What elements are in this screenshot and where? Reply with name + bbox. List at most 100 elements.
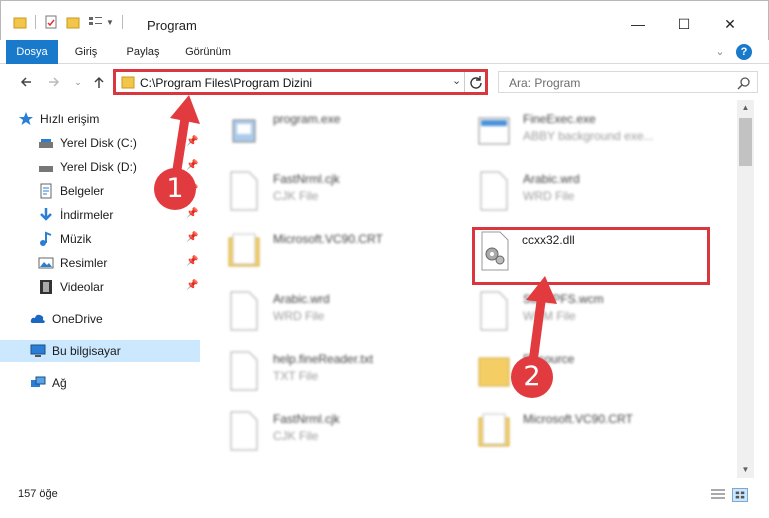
close-button[interactable]: ✕ (707, 9, 753, 39)
exe-icon (232, 119, 256, 143)
nav-item-videos[interactable]: Videolar 📌 (0, 276, 200, 298)
vertical-scrollbar[interactable]: ▲ ▼ (737, 100, 754, 478)
music-icon (40, 231, 52, 246)
drive-icon (39, 166, 53, 172)
maximize-button[interactable]: ☐ (661, 9, 707, 39)
recent-locations-button[interactable]: ⌄ (68, 72, 88, 92)
list-item[interactable]: Microsoft.VC90.CRT (455, 402, 695, 458)
nav-item-label: Hızlı erişim (40, 112, 100, 126)
chevron-down-icon[interactable]: ⌄ (452, 74, 461, 87)
search-placeholder: Ara: Program (509, 76, 581, 90)
properties-icon[interactable] (44, 15, 58, 29)
nav-item-label: Ağ (52, 376, 67, 390)
folder-icon (121, 76, 135, 89)
scroll-up-icon[interactable]: ▲ (737, 100, 754, 116)
search-icon (737, 77, 750, 90)
expand-ribbon-button[interactable]: ⌄ (712, 40, 728, 64)
file-name: Microsoft.VC90.CRT (523, 412, 633, 426)
file-name: Arabic.wrd (523, 172, 580, 186)
nav-item-onedrive[interactable]: OneDrive (0, 308, 200, 330)
exe-icon (478, 117, 510, 145)
step-1-badge: 1 (154, 168, 196, 210)
item-count: 157 öğe (18, 488, 58, 500)
nav-item-label: İndirmeler (60, 208, 114, 222)
file-type: WCM File (523, 309, 576, 323)
forward-button[interactable] (44, 72, 64, 92)
nav-item-label: Yerel Disk (D:) (60, 160, 137, 174)
help-icon[interactable]: ? (736, 44, 752, 60)
view-options-icon[interactable] (88, 15, 104, 29)
pin-icon: 📌 (186, 256, 199, 267)
folder-icon (478, 413, 510, 447)
list-item[interactable]: Resource (455, 342, 695, 398)
tab-dosya[interactable]: Dosya (6, 40, 58, 64)
pin-icon: 📌 (186, 280, 199, 291)
list-item[interactable]: SbtWPFS.wcm WCM File (455, 282, 695, 338)
dropdown-icon[interactable]: ▼ (106, 18, 114, 27)
file-icon (230, 351, 258, 391)
large-icons-view-icon[interactable] (732, 488, 748, 502)
list-item[interactable]: Arabic.wrd WRD File (455, 162, 695, 218)
refresh-icon[interactable] (469, 75, 483, 89)
list-item[interactable]: FastNrml.cjk CJK File (205, 162, 445, 218)
file-name: program.exe (273, 112, 341, 126)
tab-gorunum[interactable]: Görünüm (176, 40, 240, 64)
new-folder-icon[interactable] (66, 15, 80, 29)
nav-item-label: Yerel Disk (C:) (60, 136, 137, 150)
drive-icon (39, 139, 53, 148)
address-path: C:\Program Files\Program Dizini (140, 76, 313, 90)
file-name: FastNrml.cjk (273, 412, 340, 426)
computer-icon (30, 344, 46, 357)
nav-item-label: OneDrive (52, 312, 103, 326)
file-icon (480, 171, 508, 211)
file-name: Microsoft.VC90.CRT (273, 232, 383, 246)
list-item[interactable]: help.fineReader.txt TXT File (205, 342, 445, 398)
file-icon (230, 171, 258, 211)
file-icon (480, 291, 508, 331)
list-item[interactable]: Arabic.wrd WRD File (205, 282, 445, 338)
scroll-thumb[interactable] (739, 118, 752, 166)
nav-item-label: Bu bilgisayar (52, 344, 121, 358)
file-type: WRD File (523, 189, 575, 203)
file-name: FineExec.exe (523, 112, 596, 126)
nav-item-label: Belgeler (60, 184, 105, 198)
scroll-down-icon[interactable]: ▼ (737, 462, 754, 478)
tab-giris[interactable]: Giriş (64, 40, 108, 64)
back-button[interactable] (16, 72, 36, 92)
nav-item-pictures[interactable]: Resimler 📌 (0, 252, 200, 274)
list-item[interactable]: FineExec.exe ABBY background exe... (455, 102, 695, 158)
window-title: Program (147, 18, 197, 33)
nav-item-network[interactable]: Ağ (0, 372, 200, 394)
pin-icon: 📌 (186, 232, 199, 243)
folder-icon (13, 17, 27, 29)
quick-access-toolbar: ▼ (13, 15, 131, 29)
list-item[interactable]: Microsoft.VC90.CRT (205, 222, 445, 278)
nav-item-quick-access[interactable]: Hızlı erişim (0, 108, 200, 130)
address-bar[interactable]: C:\Program Files\Program Dizini ⌄ (113, 69, 488, 95)
nav-item-disk-c[interactable]: Yerel Disk (C:) 📌 (0, 132, 200, 154)
search-input[interactable]: Ara: Program (498, 71, 758, 93)
file-name: FastNrml.cjk (273, 172, 340, 186)
file-type: TXT File (273, 369, 319, 383)
back-arrow-icon (20, 77, 31, 87)
minimize-button[interactable]: — (615, 9, 661, 39)
forward-arrow-icon (49, 77, 60, 87)
title-bar: ▼ Program — ☐ ✕ (0, 0, 769, 40)
file-type: WRD File (273, 309, 325, 323)
up-button[interactable] (89, 72, 109, 92)
divider (464, 72, 465, 92)
nav-item-this-pc[interactable]: Bu bilgisayar (0, 340, 200, 362)
network-icon (31, 376, 46, 387)
list-item[interactable]: FastNrml.cjk CJK File (205, 402, 445, 458)
pin-icon: 📌 (186, 160, 199, 171)
status-bar: 157 öğe (0, 484, 769, 506)
pin-icon: 📌 (186, 208, 199, 219)
folder-icon (478, 357, 510, 387)
tab-paylas[interactable]: Paylaş (118, 40, 168, 64)
file-type: CJK File (273, 189, 319, 203)
file-type: CJK File (273, 429, 319, 443)
nav-item-music[interactable]: Müzik 📌 (0, 228, 200, 250)
nav-item-label: Resimler (60, 256, 108, 270)
details-view-icon[interactable] (710, 488, 726, 502)
list-item[interactable]: program.exe (205, 102, 445, 158)
